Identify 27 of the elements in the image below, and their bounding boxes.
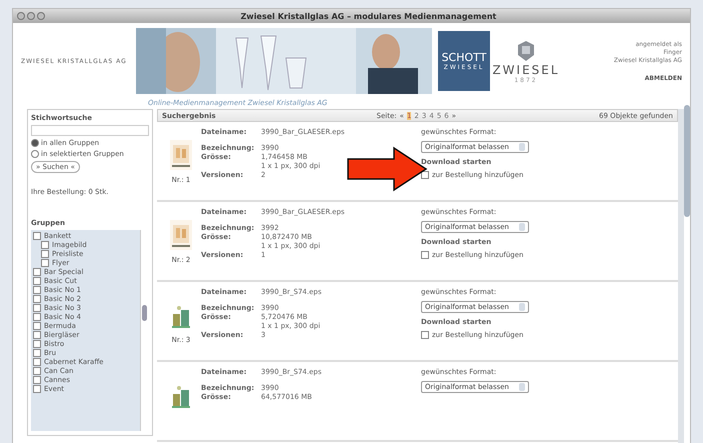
checkbox[interactable] xyxy=(41,241,49,249)
checkbox[interactable] xyxy=(421,251,429,259)
checkbox[interactable] xyxy=(33,385,41,393)
radio-button[interactable] xyxy=(31,139,39,147)
checkbox[interactable] xyxy=(421,171,429,179)
checkbox[interactable] xyxy=(421,331,429,339)
checkbox[interactable] xyxy=(33,358,41,366)
checkbox[interactable] xyxy=(33,304,41,312)
scrollbar[interactable] xyxy=(684,105,690,217)
window-title: Zwiesel Kristallglas AG – modulares Medienmanagement xyxy=(240,12,498,20)
checkbox[interactable] xyxy=(33,331,41,339)
checkbox[interactable] xyxy=(33,286,41,294)
checkbox[interactable] xyxy=(33,340,41,348)
checkbox[interactable] xyxy=(33,277,41,285)
search-field[interactable] xyxy=(31,125,149,136)
checkbox[interactable] xyxy=(33,268,41,276)
checkbox[interactable] xyxy=(33,349,41,357)
brand-name: ZWIESEL xyxy=(492,62,560,76)
checkbox[interactable] xyxy=(33,322,41,330)
checkbox[interactable] xyxy=(33,232,41,240)
checkbox[interactable] xyxy=(33,376,41,384)
checkbox[interactable] xyxy=(33,313,41,321)
checkbox[interactable] xyxy=(33,295,41,303)
checkbox[interactable] xyxy=(41,259,49,267)
radio-button[interactable] xyxy=(31,150,39,158)
checkbox[interactable] xyxy=(33,367,41,375)
checkbox[interactable] xyxy=(41,250,49,258)
